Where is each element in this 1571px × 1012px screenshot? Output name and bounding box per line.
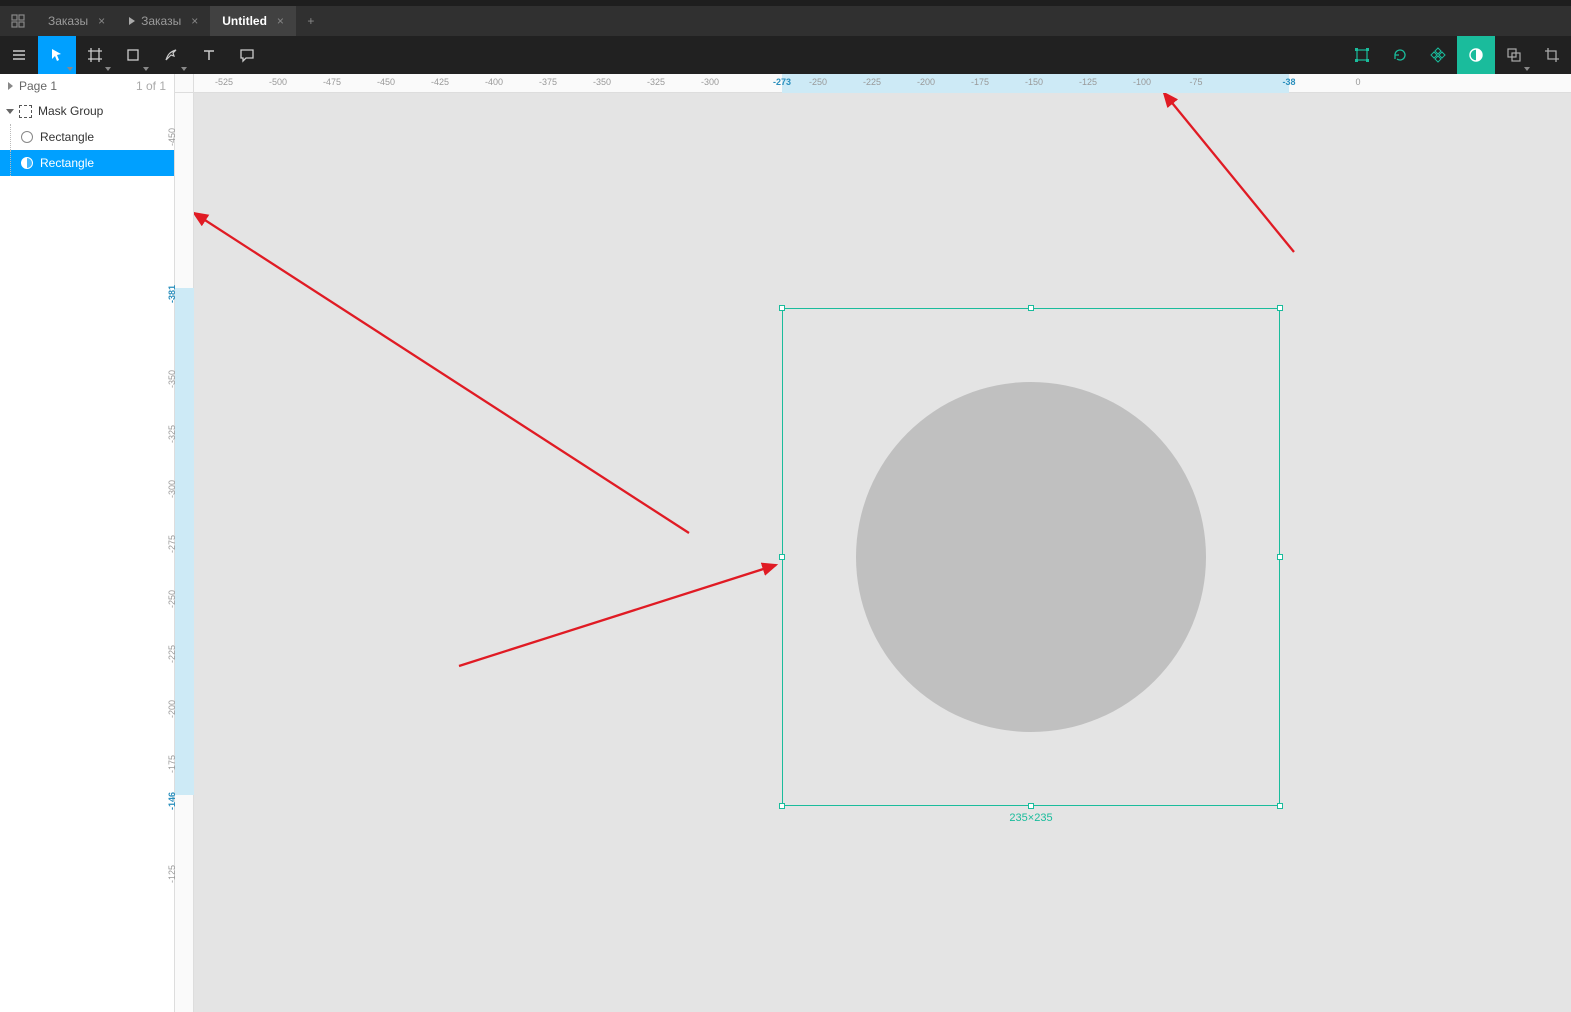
pointer-icon: [49, 47, 65, 63]
chevron-down-icon: [105, 67, 111, 71]
chevron-down-icon: [1524, 67, 1530, 71]
rotate-icon: [1392, 47, 1408, 63]
mask-group-icon: [18, 104, 32, 118]
canvas[interactable]: 235×235: [194, 93, 1571, 1012]
circle-icon: [20, 130, 34, 144]
chevron-right-icon: [8, 82, 13, 90]
symbol-tool[interactable]: [1381, 36, 1419, 74]
pen-tool[interactable]: [152, 36, 190, 74]
artboard-icon: [87, 47, 103, 63]
component-tool[interactable]: [1419, 36, 1457, 74]
comment-tool[interactable]: [228, 36, 266, 74]
main-toolbar: [0, 36, 1571, 74]
layers-panel: Page 1 1 of 1 Mask Group Rectangle Recta…: [0, 74, 175, 1012]
selection-handle[interactable]: [1028, 305, 1034, 311]
layer-rectangle-2[interactable]: Rectangle: [0, 150, 174, 176]
hamburger-icon: [11, 47, 27, 63]
text-icon: [201, 47, 217, 63]
tab-orders-1[interactable]: Заказы ×: [36, 6, 117, 36]
selection-handle[interactable]: [1277, 305, 1283, 311]
tab-orders-2[interactable]: Заказы ×: [117, 6, 210, 36]
close-icon[interactable]: ×: [191, 14, 198, 28]
chevron-down-icon: [181, 67, 187, 71]
selection-dimensions: 235×235: [1009, 812, 1052, 824]
selection-handle[interactable]: [1277, 554, 1283, 560]
comment-icon: [239, 47, 255, 63]
diamond-icon: [1430, 47, 1446, 63]
page-title: Page 1: [19, 79, 57, 93]
shape-tool[interactable]: [114, 36, 152, 74]
bounding-box-icon: [1354, 47, 1370, 63]
document-tabs: Заказы × Заказы × Untitled × +: [0, 6, 1571, 36]
home-button[interactable]: [0, 6, 36, 36]
close-icon[interactable]: ×: [277, 14, 284, 28]
selection-handle[interactable]: [779, 803, 785, 809]
page-count: 1 of 1: [136, 79, 166, 93]
layer-label: Rectangle: [40, 130, 94, 144]
tab-label: Заказы: [141, 14, 181, 28]
layer-mask-group[interactable]: Mask Group: [0, 98, 174, 124]
selection-handle[interactable]: [779, 554, 785, 560]
rectangle-icon: [125, 47, 141, 63]
boolean-icon: [1506, 47, 1522, 63]
text-tool[interactable]: [190, 36, 228, 74]
tab-label: Заказы: [48, 14, 88, 28]
layer-label: Rectangle: [40, 156, 94, 170]
layer-label: Mask Group: [38, 104, 103, 118]
layer-rectangle-1[interactable]: Rectangle: [0, 124, 174, 150]
vertical-ruler[interactable]: -450-350-325-300-275-250-225-200-175-125…: [175, 93, 194, 1012]
crop-icon: [1544, 47, 1560, 63]
pen-icon: [163, 47, 179, 63]
tab-label: Untitled: [222, 14, 267, 28]
new-tab-button[interactable]: +: [296, 6, 326, 36]
mask-shape-icon: [20, 156, 34, 170]
selection-handle[interactable]: [779, 305, 785, 311]
close-icon[interactable]: ×: [98, 14, 105, 28]
masked-circle-shape[interactable]: [856, 382, 1206, 732]
grid-icon: [11, 14, 25, 28]
tab-untitled[interactable]: Untitled ×: [210, 6, 296, 36]
chevron-down-icon: [143, 67, 149, 71]
selection-handle[interactable]: [1028, 803, 1034, 809]
chevron-down-icon: [67, 67, 73, 71]
horizontal-ruler[interactable]: -525-500-475-450-425-400-375-350-325-300…: [194, 74, 1571, 93]
crop-tool[interactable]: [1533, 36, 1571, 74]
artboard-tool[interactable]: [76, 36, 114, 74]
canvas-area[interactable]: -525-500-475-450-425-400-375-350-325-300…: [175, 74, 1571, 1012]
mask-tool[interactable]: [1457, 36, 1495, 74]
menu-button[interactable]: [0, 36, 38, 74]
selection-handle[interactable]: [1277, 803, 1283, 809]
select-tool[interactable]: [38, 36, 76, 74]
page-header[interactable]: Page 1 1 of 1: [0, 74, 174, 98]
mask-icon: [1468, 47, 1484, 63]
edit-object-tool[interactable]: [1343, 36, 1381, 74]
boolean-tool[interactable]: [1495, 36, 1533, 74]
play-icon: [129, 17, 135, 25]
ruler-corner: [175, 74, 194, 93]
expand-icon[interactable]: [6, 109, 14, 114]
